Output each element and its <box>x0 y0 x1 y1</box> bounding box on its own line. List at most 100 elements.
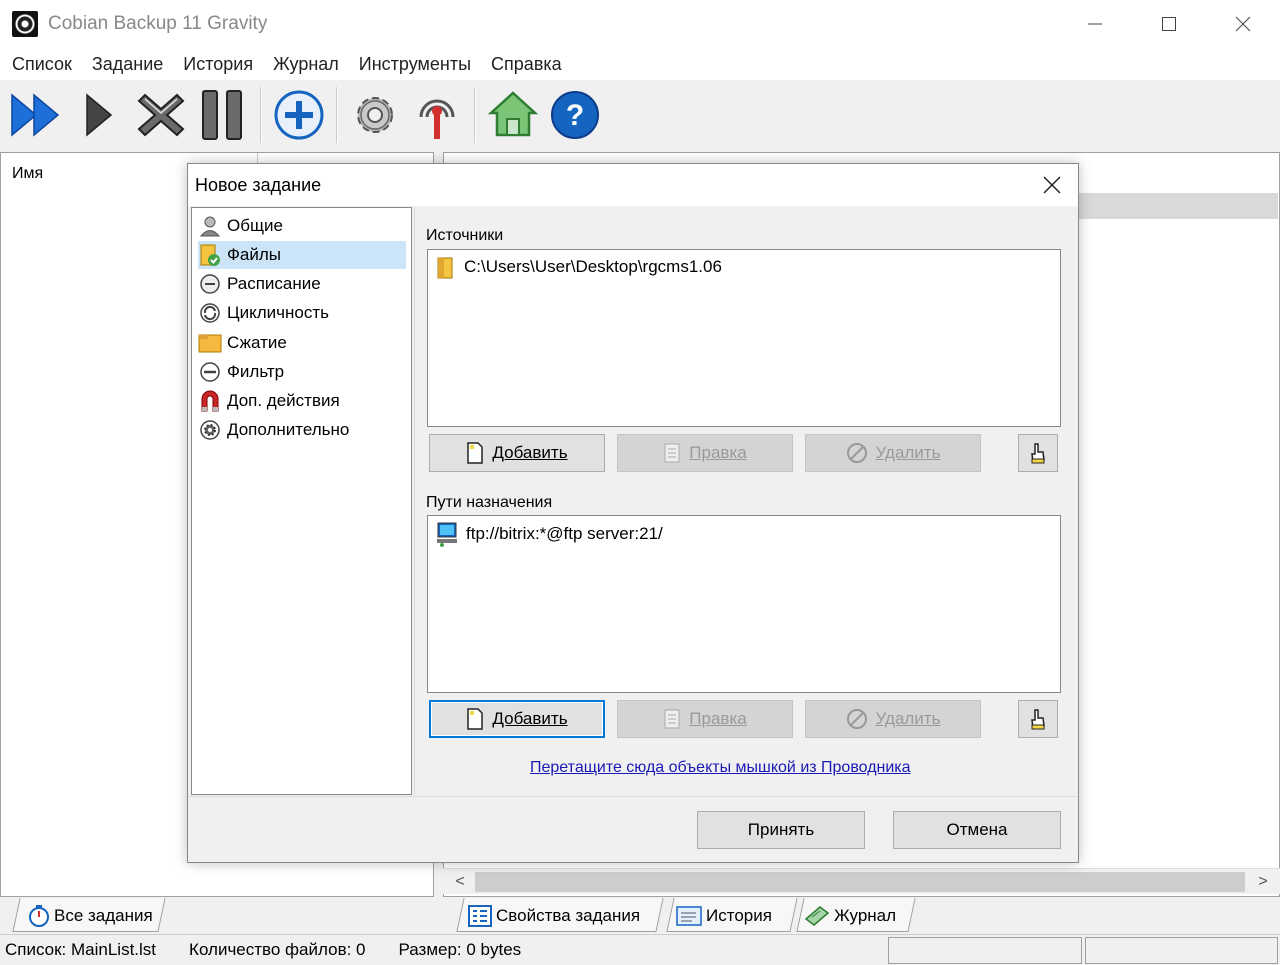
edit-destination-button[interactable]: Правка <box>617 700 793 738</box>
edit-icon <box>664 709 680 729</box>
edit-icon <box>664 443 680 463</box>
list-item[interactable]: C:\Users\User\Desktop\rgcms1.06 <box>436 255 722 279</box>
help-button[interactable]: ? <box>544 84 606 146</box>
forbidden-icon <box>846 443 867 463</box>
accept-button[interactable]: Принять <box>697 811 865 849</box>
selected-row[interactable] <box>1078 193 1278 219</box>
tab-log-label: Журнал <box>834 906 897 925</box>
nav-item-label: Фильтр <box>227 362 285 381</box>
menu-help[interactable]: Справка <box>481 54 572 75</box>
stop-button[interactable] <box>130 84 192 146</box>
svg-text:?: ? <box>566 99 584 132</box>
add-source-button[interactable]: Добавить <box>429 434 605 472</box>
cancel-button[interactable]: Отмена <box>893 811 1061 849</box>
close-button[interactable] <box>1206 0 1280 48</box>
cancel-label: Отмена <box>946 820 1008 839</box>
help-icon: ? <box>551 91 599 139</box>
edit-destination-label: Правка <box>689 709 747 728</box>
tab-task-properties[interactable]: Свойства задания <box>462 900 646 932</box>
add-destination-button[interactable]: Добавить <box>429 700 605 738</box>
home-button[interactable] <box>482 84 544 146</box>
run-all-button[interactable] <box>6 84 68 146</box>
tab-all-tasks[interactable]: Все задания <box>22 900 159 932</box>
delete-destination-label: Удалить <box>875 709 941 728</box>
dialog-close-button[interactable] <box>1026 164 1078 206</box>
stopwatch-icon <box>29 905 49 927</box>
new-file-icon <box>467 442 484 464</box>
horizontal-scrollbar[interactable]: < > <box>443 868 1280 894</box>
maximize-icon <box>1162 17 1176 31</box>
menu-history[interactable]: История <box>173 54 263 75</box>
app-logo-icon <box>12 11 38 37</box>
minimize-button[interactable] <box>1058 0 1132 48</box>
files-settings-panel: Источники C:\Users\User\Desktop\rgcms1.0… <box>414 207 1077 795</box>
nav-item-extra-actions[interactable]: Доп. действия <box>198 387 406 415</box>
status-file-count: Количество файлов: 0 <box>189 940 366 959</box>
menu-task[interactable]: Задание <box>82 54 173 75</box>
sources-list[interactable]: C:\Users\User\Desktop\rgcms1.06 <box>427 249 1061 427</box>
window-title: Cobian Backup 11 Gravity <box>48 13 268 34</box>
destinations-list[interactable]: ftp://bitrix:*@ftp server:21/ <box>427 515 1061 693</box>
nav-item-cyclicity[interactable]: Цикличность <box>198 299 406 327</box>
nav-item-files[interactable]: Файлы <box>198 241 406 269</box>
hand-pointer-icon <box>1031 709 1045 730</box>
add-task-button[interactable] <box>268 84 330 146</box>
dialog-title: Новое задание <box>195 174 322 195</box>
destination-options-button[interactable] <box>1018 700 1058 738</box>
tab-all-tasks-label: Все задания <box>54 906 153 925</box>
tab-log[interactable]: Журнал <box>798 900 902 932</box>
drag-drop-hint-link[interactable]: Перетащите сюда объекты мышкой из Провод… <box>530 759 911 777</box>
history-icon <box>676 906 702 926</box>
add-source-label: Добавить <box>492 443 568 462</box>
filter-icon <box>198 360 222 384</box>
nav-item-compression[interactable]: Сжатие <box>198 329 406 357</box>
antenna-button[interactable] <box>406 84 468 146</box>
status-size: Размер: 0 bytes <box>398 940 522 959</box>
new-task-dialog: Новое задание Общие Файлы Расписание Цик… <box>187 163 1079 863</box>
run-icon <box>86 93 113 137</box>
nav-item-advanced[interactable]: Дополнительно <box>198 416 406 444</box>
nav-item-general[interactable]: Общие <box>198 212 406 240</box>
nav-item-filter[interactable]: Фильтр <box>198 358 406 386</box>
stop-icon <box>137 93 185 137</box>
cycle-icon <box>198 301 222 325</box>
scrollbar-thumb[interactable] <box>475 872 1245 892</box>
clock-icon <box>198 272 222 296</box>
settings-button[interactable] <box>344 84 406 146</box>
compression-icon <box>198 331 222 355</box>
menu-tools[interactable]: Инструменты <box>349 54 481 75</box>
close-icon <box>1235 16 1251 32</box>
pause-button[interactable] <box>192 84 254 146</box>
new-file-icon <box>467 708 484 730</box>
accept-label: Принять <box>747 820 815 839</box>
menu-log[interactable]: Журнал <box>263 54 349 75</box>
menu-list[interactable]: Список <box>2 54 82 75</box>
run-button[interactable] <box>68 84 130 146</box>
scroll-left-icon[interactable]: < <box>445 869 475 895</box>
nav-item-label: Общие <box>227 216 283 235</box>
log-icon <box>804 906 830 926</box>
scroll-right-icon[interactable]: > <box>1248 869 1278 895</box>
tab-history[interactable]: История <box>670 900 778 932</box>
dialog-titlebar: Новое задание <box>188 164 1078 206</box>
files-icon <box>198 243 222 267</box>
nav-item-label: Сжатие <box>227 333 287 352</box>
toolbar-separator <box>474 87 476 143</box>
tab-history-label: История <box>706 906 772 925</box>
delete-destination-button[interactable]: Удалить <box>805 700 981 738</box>
main-toolbar: ? <box>0 80 1280 150</box>
nav-item-label: Доп. действия <box>227 391 340 410</box>
maximize-button[interactable] <box>1132 0 1206 48</box>
nav-item-label: Дополнительно <box>227 420 350 439</box>
nav-item-schedule[interactable]: Расписание <box>198 270 406 298</box>
destinations-label: Пути назначения <box>426 494 553 511</box>
status-panel <box>888 937 1082 964</box>
dialog-footer: Принять Отмена <box>188 796 1078 862</box>
source-options-button[interactable] <box>1018 434 1058 472</box>
settings-icon <box>357 97 393 133</box>
delete-source-button[interactable]: Удалить <box>805 434 981 472</box>
list-item[interactable]: ftp://bitrix:*@ftp server:21/ <box>436 521 663 547</box>
column-header-name[interactable]: Имя <box>12 165 43 183</box>
minimize-icon <box>1088 23 1102 25</box>
edit-source-button[interactable]: Правка <box>617 434 793 472</box>
